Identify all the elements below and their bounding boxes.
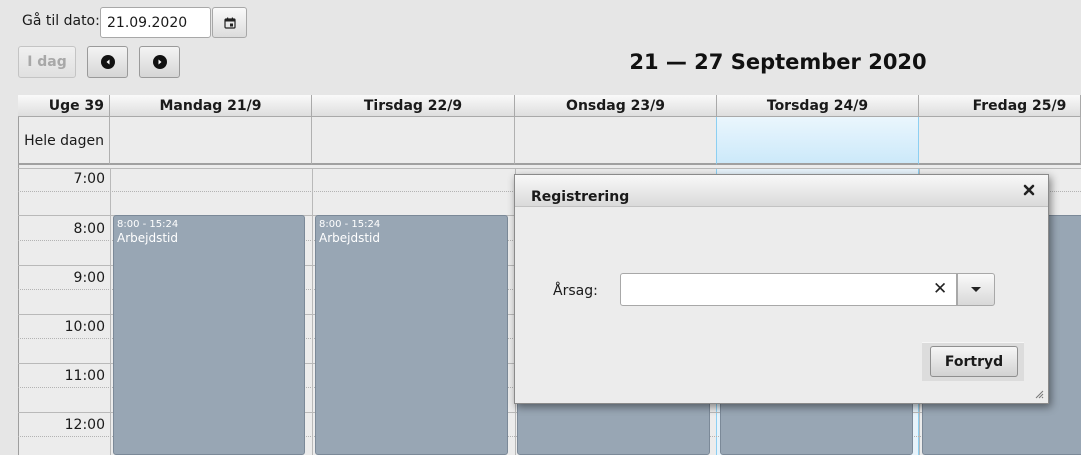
cancel-button[interactable]: Fortryd [930,346,1018,377]
time-label: 9:00 [73,270,105,286]
previous-week-button[interactable] [87,46,128,78]
chevron-left-icon [100,55,115,69]
chevron-down-icon [971,287,981,292]
dialog-title: Registrering [531,189,630,205]
time-label: 8:00 [73,221,105,237]
event-time: 8:00 - 15:24 [319,219,381,230]
calendar-picker-button[interactable] [212,7,247,38]
time-label: 7:00 [73,171,105,187]
event-time: 8:00 - 15:24 [117,219,179,230]
today-button[interactable]: I dag [18,46,76,78]
all-day-cell-tuesday[interactable] [312,117,515,165]
hour-line [18,168,1081,169]
week-range-title: 21 — 27 September 2020 [629,50,927,74]
day-header-thursday[interactable]: Torsdag 24/9 [717,95,919,117]
all-day-cell-thursday[interactable] [716,117,919,165]
close-icon[interactable] [1023,183,1035,199]
event-monday[interactable]: 8:00 - 15:24 Arbejdstid [113,215,305,455]
reason-dropdown-button[interactable] [957,273,995,306]
time-label: 10:00 [64,319,105,335]
event-title: Arbejdstid [319,231,381,245]
day-header-tuesday[interactable]: Tirsdag 22/9 [312,95,515,117]
day-header-wednesday[interactable]: Onsdag 23/9 [515,95,717,117]
reason-combobox-input[interactable] [620,273,957,306]
goto-date-input[interactable] [100,7,211,38]
day-header-friday[interactable]: Fredag 25/9 [919,95,1081,117]
time-label: 11:00 [64,368,105,384]
clear-icon[interactable]: ✕ [933,279,947,299]
next-week-button[interactable] [139,46,180,78]
column-divider [312,168,313,455]
all-day-label: Hele dagen [18,117,110,165]
event-tuesday[interactable]: 8:00 - 15:24 Arbejdstid [315,215,508,455]
all-day-cell-monday[interactable] [110,117,312,165]
chevron-right-icon [152,55,167,69]
registration-dialog: Registrering Årsag: ✕ Fortryd [514,174,1049,404]
column-divider [110,168,111,455]
calendar-icon [223,17,236,29]
day-header-monday[interactable]: Mandag 21/9 [110,95,312,117]
event-title: Arbejdstid [117,231,179,245]
all-day-cell-friday[interactable] [919,117,1081,165]
time-label: 12:00 [64,417,105,433]
all-day-cell-wednesday[interactable] [515,117,717,165]
goto-date-label: Gå til dato: [22,13,100,29]
week-number-header: Uge 39 [18,95,110,117]
resize-grip-icon[interactable] [1032,387,1044,399]
reason-label: Årsag: [553,283,598,299]
